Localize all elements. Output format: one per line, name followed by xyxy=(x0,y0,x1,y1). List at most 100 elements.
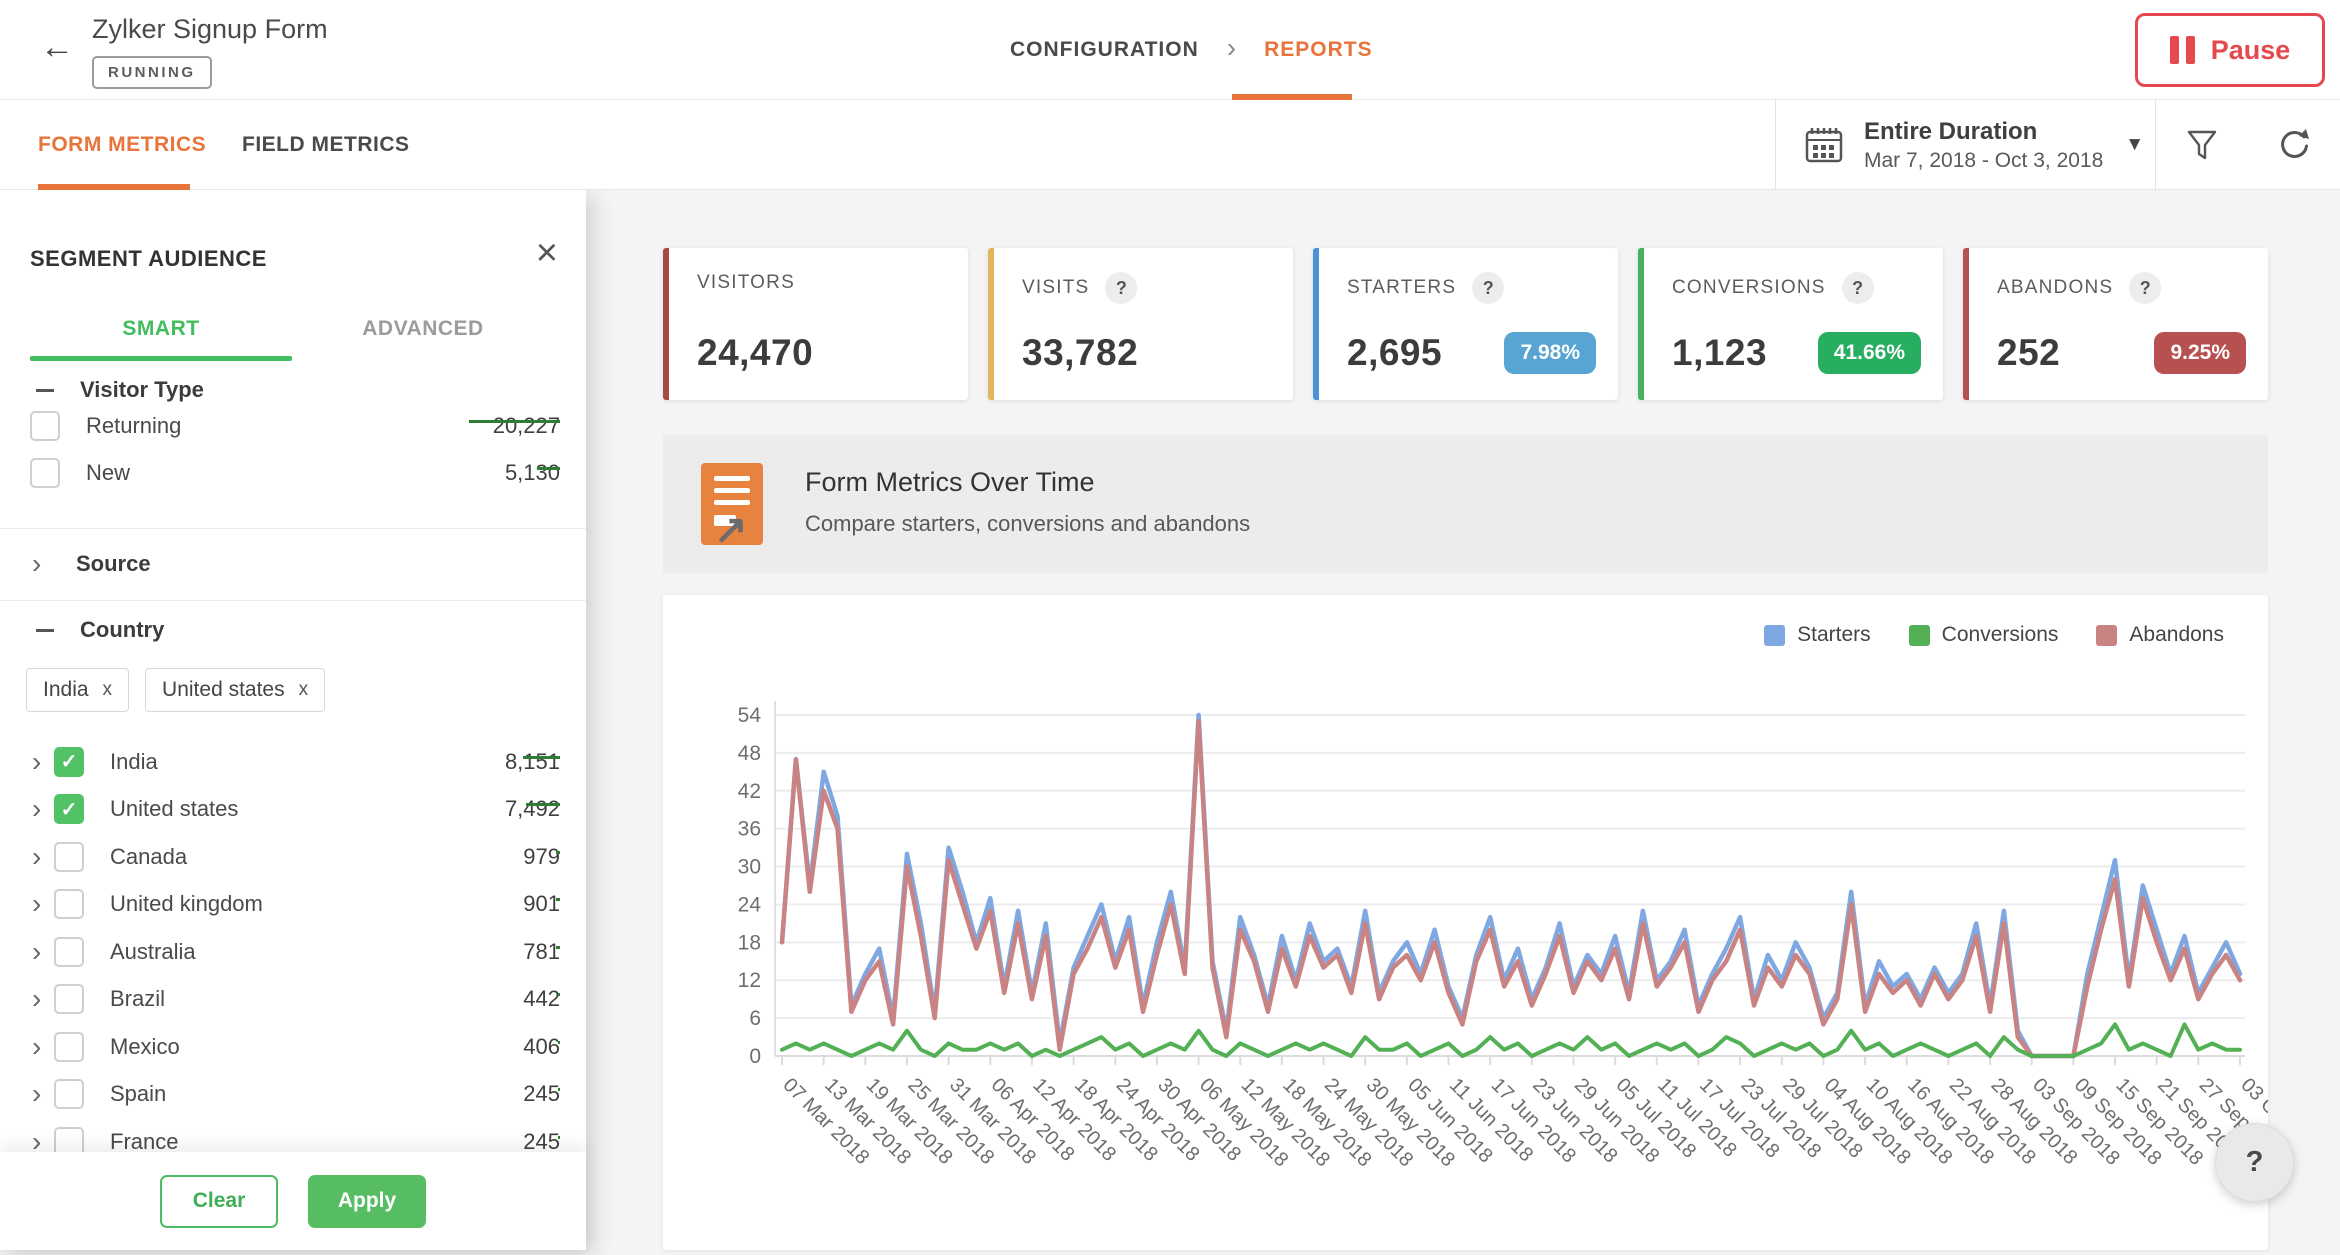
row-value: 979 xyxy=(523,844,560,869)
expand-chevron-icon[interactable]: › xyxy=(32,748,54,776)
section-country[interactable]: Country xyxy=(0,608,586,652)
help-icon[interactable]: ? xyxy=(1105,272,1137,304)
refresh-icon[interactable] xyxy=(2269,120,2319,170)
help-icon[interactable]: ? xyxy=(1472,272,1504,304)
row-value-bar-fill xyxy=(558,1041,560,1044)
row-value-bar-fill xyxy=(523,756,560,759)
pause-button[interactable]: Pause xyxy=(2135,13,2325,87)
chip-remove-icon[interactable]: x xyxy=(299,679,309,701)
breadcrumb-reports[interactable]: REPORTS xyxy=(1264,38,1373,62)
expand-chevron-icon[interactable]: › xyxy=(32,890,54,918)
expand-chevron-icon[interactable]: › xyxy=(32,938,54,966)
row-value: 442 xyxy=(523,986,560,1011)
checkbox-canada[interactable] xyxy=(54,842,84,872)
row-label: Canada xyxy=(110,844,187,870)
back-arrow-icon[interactable]: ← xyxy=(40,28,74,67)
series-line-starters xyxy=(782,715,2240,1056)
row-value-bar-fill xyxy=(469,420,560,423)
tab-field-metrics[interactable]: FIELD METRICS xyxy=(242,100,410,190)
form-metrics-banner: ↗ Form Metrics Over Time Compare starter… xyxy=(663,435,2268,573)
date-range-title: Entire Duration xyxy=(1864,118,2103,146)
row-value: 5,130 xyxy=(505,460,560,485)
legend-swatch xyxy=(2096,625,2117,646)
form-metrics-active-underline xyxy=(38,184,190,190)
card-bottom: 33,782 xyxy=(1022,332,1271,374)
apply-button[interactable]: Apply xyxy=(308,1175,426,1228)
row-value: 7,492 xyxy=(505,796,560,821)
checkbox-australia[interactable] xyxy=(54,937,84,967)
form-metrics-over-time-chart: 06121824303642485407 Mar 201813 Mar 2018… xyxy=(663,595,2268,1250)
card-label: ABANDONS xyxy=(1997,277,2113,299)
breadcrumb: CONFIGURATION › REPORTS xyxy=(1010,0,1373,100)
card-bottom: 2529.25% xyxy=(1997,332,2246,374)
section-divider xyxy=(0,528,586,529)
clear-button[interactable]: Clear xyxy=(160,1175,278,1228)
row-value-block: 245 xyxy=(440,1129,560,1155)
expand-chevron-icon[interactable]: › xyxy=(32,843,54,871)
expand-chevron-icon[interactable]: › xyxy=(32,795,54,823)
checkbox-brazil[interactable] xyxy=(54,984,84,1014)
card-value: 2,695 xyxy=(1347,332,1442,374)
legend-item-abandons[interactable]: Abandons xyxy=(2096,623,2224,647)
card-label: STARTERS xyxy=(1347,277,1456,299)
filter-chip-united-states[interactable]: United statesx xyxy=(145,668,325,712)
country-chips: Indiax United statesx xyxy=(26,668,325,712)
expand-chevron-icon[interactable]: › xyxy=(32,985,54,1013)
checkbox-spain[interactable] xyxy=(54,1079,84,1109)
checkbox-india[interactable]: ✓ xyxy=(54,747,84,777)
expand-chevron-icon[interactable]: › xyxy=(32,1080,54,1108)
form-title: Zylker Signup Form xyxy=(92,14,328,45)
legend-label: Abandons xyxy=(2129,623,2224,647)
checkbox-mexico[interactable] xyxy=(54,1032,84,1062)
segment-panel-title: SEGMENT AUDIENCE xyxy=(30,246,267,272)
card-label: CONVERSIONS xyxy=(1672,277,1826,299)
help-icon[interactable]: ? xyxy=(2129,272,2161,304)
close-icon[interactable]: × xyxy=(536,234,558,272)
checkbox-returning[interactable] xyxy=(30,411,60,441)
row-value-bar-fill xyxy=(558,993,560,996)
breadcrumb-configuration[interactable]: CONFIGURATION xyxy=(1010,38,1199,62)
checkbox-united-states[interactable]: ✓ xyxy=(54,794,84,824)
reports-active-underline xyxy=(1232,94,1352,100)
checkbox-new[interactable] xyxy=(30,458,60,488)
series-line-abandons xyxy=(782,721,2240,1056)
expand-chevron-icon[interactable]: › xyxy=(32,1033,54,1061)
help-button[interactable]: ? xyxy=(2215,1123,2294,1202)
country-rows: ›✓India8,151›✓United states7,492›Canada9… xyxy=(0,738,586,1166)
card-head: STARTERS? xyxy=(1347,272,1504,304)
tab-smart[interactable]: SMART xyxy=(30,306,292,352)
segment-panel-footer: Clear Apply xyxy=(0,1152,586,1250)
toolbar-icons xyxy=(2155,100,2340,190)
legend-item-starters[interactable]: Starters xyxy=(1764,623,1871,647)
row-label: France xyxy=(110,1129,178,1155)
legend-item-conversions[interactable]: Conversions xyxy=(1909,623,2059,647)
segment-row: ›Mexico406 xyxy=(0,1023,586,1071)
svg-text:30: 30 xyxy=(738,856,761,879)
filter-chip-india[interactable]: Indiax xyxy=(26,668,129,712)
row-label: Spain xyxy=(110,1081,166,1107)
tab-form-metrics[interactable]: FORM METRICS xyxy=(38,100,206,190)
checkbox-united-kingdom[interactable] xyxy=(54,889,84,919)
svg-text:42: 42 xyxy=(738,780,761,803)
chip-remove-icon[interactable]: x xyxy=(103,679,113,701)
help-icon[interactable]: ? xyxy=(1842,272,1874,304)
row-value-bar-fill xyxy=(537,467,560,470)
card-accent-bar xyxy=(1638,248,1644,400)
card-value: 33,782 xyxy=(1022,332,1138,374)
date-range-selector[interactable]: Entire Duration Mar 7, 2018 - Oct 3, 201… xyxy=(1775,100,2155,190)
app-header: ← Zylker Signup Form RUNNING CONFIGURATI… xyxy=(0,0,2340,100)
card-head: ABANDONS? xyxy=(1997,272,2161,304)
card-accent-bar xyxy=(988,248,994,400)
row-value: 245 xyxy=(523,1129,560,1154)
row-label: Mexico xyxy=(110,1034,180,1060)
card-percentage-badge: 41.66% xyxy=(1818,332,1921,374)
card-label: VISITS xyxy=(1022,277,1089,299)
section-source[interactable]: › Source xyxy=(0,542,586,586)
row-value: 901 xyxy=(523,891,560,916)
card-accent-bar xyxy=(1313,248,1319,400)
expand-chevron-icon: › xyxy=(32,550,54,578)
segment-row: ›United kingdom901 xyxy=(0,881,586,929)
filter-icon[interactable] xyxy=(2177,120,2227,170)
row-value-block: 7,492 xyxy=(440,796,560,822)
tab-advanced[interactable]: ADVANCED xyxy=(292,306,554,352)
